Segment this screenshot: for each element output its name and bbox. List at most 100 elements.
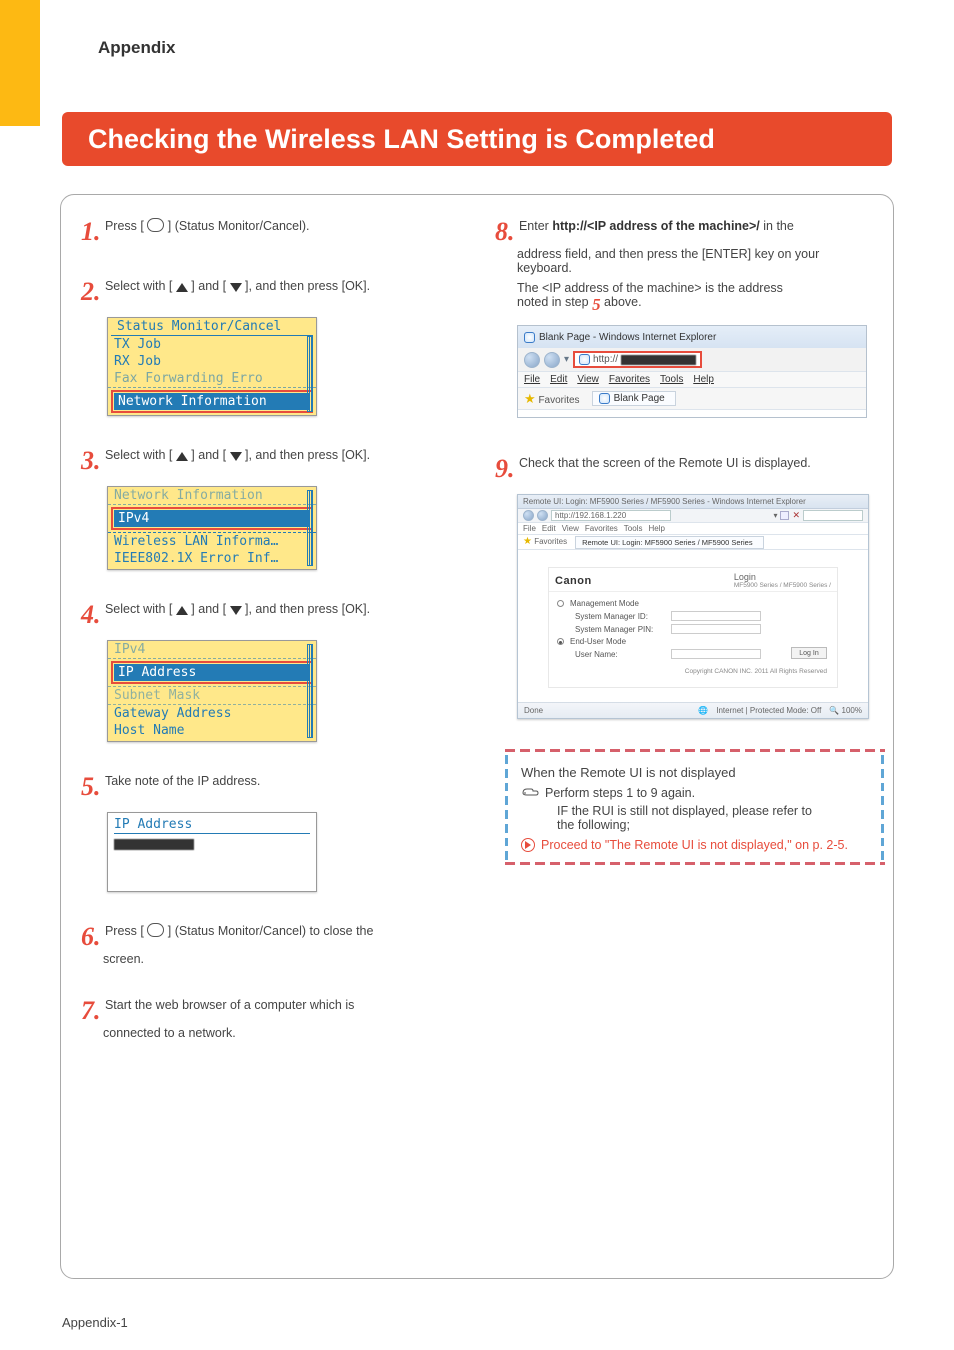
step-number: 8. xyxy=(495,217,515,246)
arrow-up-icon xyxy=(176,283,188,292)
lcd-row: Fax Forwarding Erro xyxy=(108,370,316,388)
step-5: 5. Take note of the IP address. IP Addre… xyxy=(81,772,486,892)
copyright: Copyright CANON INC. 2011 All Rights Res… xyxy=(685,668,827,675)
page-accent-bar xyxy=(0,0,40,126)
lcd-row: RX Job xyxy=(108,353,316,370)
lcd-screen-3: IPv4 IP Address Subnet Mask Gateway Addr… xyxy=(107,640,317,742)
page-header: Canon Login MF5900 Series / MF5900 Serie… xyxy=(549,568,837,592)
field-label: System Manager ID: xyxy=(575,612,665,621)
text: ] and [ xyxy=(188,279,230,293)
text: ], and then press [OK]. xyxy=(242,448,371,462)
menu-item: File xyxy=(524,374,540,385)
text: ], and then press [OK]. xyxy=(242,279,371,293)
text: ], and then press [OK]. xyxy=(242,602,371,616)
step-text: connected to a network. xyxy=(81,1026,486,1040)
menu-item: Edit xyxy=(542,524,556,533)
step-number: 7. xyxy=(81,996,101,1025)
lcd-scrollbar xyxy=(307,644,313,738)
browser-body xyxy=(518,410,866,417)
address-field-highlight: http:// xyxy=(573,351,702,368)
address-row: http://192.168.1.220 ▾ ✕ xyxy=(518,509,868,523)
ie-icon xyxy=(524,332,535,343)
window-title: Blank Page - Windows Internet Explorer xyxy=(539,332,716,343)
menu-item: Help xyxy=(648,524,664,533)
search-field xyxy=(803,510,863,521)
window-titlebar: Remote UI: Login: MF5900 Series / MF5900… xyxy=(518,495,868,509)
menu-item: View xyxy=(577,374,599,385)
lcd-selection-highlight: IP Address xyxy=(111,661,313,684)
page-title: Checking the Wireless LAN Setting is Com… xyxy=(88,124,715,155)
step-3: 3. Select with [ ] and [ ], and then pre… xyxy=(81,446,486,570)
status-monitor-icon xyxy=(147,923,164,937)
status-mode: Internet | Protected Mode: Off xyxy=(716,706,821,715)
star-icon: ★ xyxy=(523,537,532,547)
status-bar: Done 🌐 Internet | Protected Mode: Off 🔍 … xyxy=(518,702,868,718)
lcd-selected: Network Information xyxy=(114,393,310,410)
text-input xyxy=(671,611,761,621)
url-protocol: http:// xyxy=(593,354,618,365)
ip-address-display: IP Address xyxy=(107,812,317,892)
favorites-row: ★ Favorites Blank Page xyxy=(518,388,866,410)
step-6: 6. Press [ ] (Status Monitor/Cancel) to … xyxy=(81,922,486,966)
text: ] and [ xyxy=(188,448,230,462)
window-titlebar: Blank Page - Windows Internet Explorer xyxy=(518,326,866,348)
step-text: Select with [ ] and [ ], and then press … xyxy=(105,448,370,462)
lcd-screen-2: Network Information IPv4 Wireless LAN In… xyxy=(107,486,317,570)
text: ] (Status Monitor/Cancel). xyxy=(164,219,309,233)
menu-item: Favorites xyxy=(609,374,650,385)
text: noted in step xyxy=(517,295,592,309)
mode-label: End-User Mode xyxy=(570,637,626,646)
arrow-down-icon xyxy=(230,452,242,461)
field-label: User Name: xyxy=(575,650,665,659)
page-title-banner: Checking the Wireless LAN Setting is Com… xyxy=(62,112,892,166)
step-ref: 5 xyxy=(592,295,601,314)
text: Select with [ xyxy=(105,602,176,616)
ip-label: IP Address xyxy=(114,817,310,834)
text: in the xyxy=(760,219,794,233)
url-bold: http://<IP address of the machine>/ xyxy=(552,219,759,233)
step-8: 8. Enter http://<IP address of the machi… xyxy=(495,217,900,418)
step-7: 7. Start the web browser of a computer w… xyxy=(81,996,486,1040)
lcd-scrollbar xyxy=(307,336,313,412)
lcd-row: Subnet Mask xyxy=(108,686,316,705)
radio-icon xyxy=(557,600,564,607)
nav-forward-icon xyxy=(544,352,560,368)
step-4: 4. Select with [ ] and [ ], and then pre… xyxy=(81,600,486,742)
ie-icon xyxy=(599,393,610,404)
text-input xyxy=(671,624,761,634)
ie-icon xyxy=(579,354,590,365)
lcd-selected: IPv4 xyxy=(114,510,310,527)
step-text: Check that the screen of the Remote UI i… xyxy=(519,456,811,470)
page-number: Appendix-1 xyxy=(62,1315,128,1330)
left-column: 1. Press [ ] (Status Monitor/Cancel). 2.… xyxy=(81,217,486,1040)
section-heading: Appendix xyxy=(98,38,175,58)
lcd-row: TX Job xyxy=(108,336,316,353)
step-text: screen. xyxy=(81,952,486,966)
login-heading: Login xyxy=(734,572,831,582)
step-text: noted in step 5 above. xyxy=(495,295,900,315)
field-label: System Manager PIN: xyxy=(575,625,665,634)
text: Enter xyxy=(519,219,552,233)
lcd-selected: IP Address xyxy=(114,664,310,681)
lcd-screen-1: Status Monitor/Cancel TX Job RX Job Fax … xyxy=(107,317,317,416)
step-number: 4. xyxy=(81,600,101,629)
lcd-scrollbar xyxy=(307,490,313,566)
step-number: 3. xyxy=(81,446,101,475)
zoom-label: 🔍 100% xyxy=(829,706,862,715)
step-text: The <IP address of the machine> is the a… xyxy=(495,281,900,295)
dotted-border xyxy=(505,749,885,866)
menu-item: File xyxy=(523,524,536,533)
url-redacted xyxy=(621,355,696,365)
login-button: Log In xyxy=(791,647,827,659)
menu-item: Edit xyxy=(550,374,567,385)
step-number: 6. xyxy=(81,922,101,951)
lcd-row: Wireless LAN Informa… xyxy=(108,532,316,550)
menu-item: Tools xyxy=(624,524,643,533)
browser-menu: File Edit View Favorites Tools Help xyxy=(518,371,866,388)
breadcrumb: MF5900 Series / MF5900 Series / xyxy=(734,582,831,589)
mode-label: Management Mode xyxy=(570,599,639,608)
stop-icon: ✕ xyxy=(792,510,800,521)
text: Press [ xyxy=(105,924,147,938)
content-frame: 1. Press [ ] (Status Monitor/Cancel). 2.… xyxy=(60,194,894,1279)
star-icon: ★ xyxy=(524,392,536,405)
